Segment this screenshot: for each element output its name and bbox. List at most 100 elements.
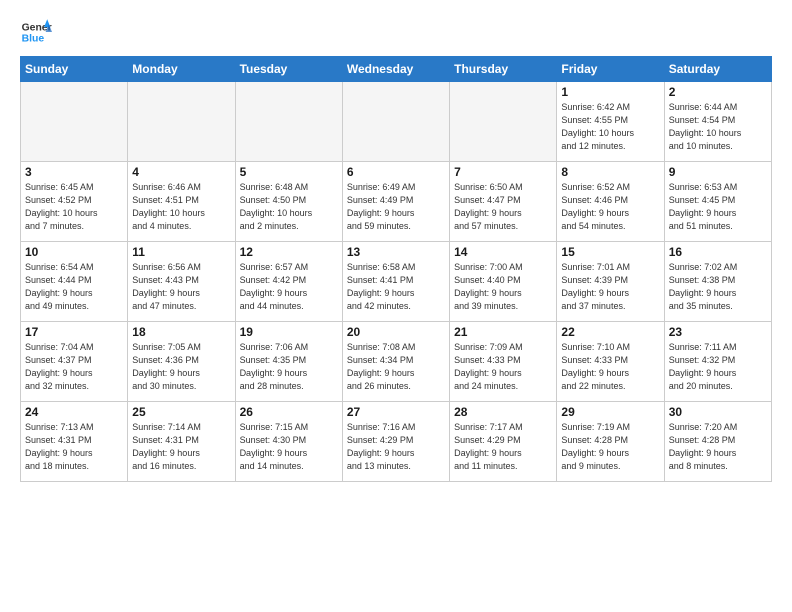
calendar-day-header: Friday [557, 57, 664, 82]
calendar-cell: 17 Sunrise: 7:04 AM Sunset: 4:37 PM Dayli… [21, 322, 128, 402]
day-info: Sunrise: 7:05 AM Sunset: 4:36 PM Dayligh… [132, 341, 230, 393]
day-info: Sunrise: 6:49 AM Sunset: 4:49 PM Dayligh… [347, 181, 445, 233]
calendar-cell [128, 82, 235, 162]
calendar-cell: 6Sunrise: 6:49 AM Sunset: 4:49 PM Daylig… [342, 162, 449, 242]
calendar-cell: 5Sunrise: 6:48 AM Sunset: 4:50 PM Daylig… [235, 162, 342, 242]
day-number: 27 [347, 405, 445, 419]
day-number: 12 [240, 245, 338, 259]
day-info: Sunrise: 7:20 AM Sunset: 4:28 PM Dayligh… [669, 421, 767, 473]
day-number: 19 [240, 325, 338, 339]
calendar-cell: 3 Sunrise: 6:45 AM Sunset: 4:52 PM Daylig… [21, 162, 128, 242]
day-number: 22 [561, 325, 659, 339]
calendar-cell: 2 Sunrise: 6:44 AM Sunset: 4:54 PM Daylig… [664, 82, 771, 162]
day-info: Sunrise: 6:58 AM Sunset: 4:41 PM Dayligh… [347, 261, 445, 313]
calendar-cell: 30 Sunrise: 7:20 AM Sunset: 4:28 PM Dayli… [664, 402, 771, 482]
day-info: Sunrise: 6:57 AM Sunset: 4:42 PM Dayligh… [240, 261, 338, 313]
calendar-cell: 25 Sunrise: 7:14 AM Sunset: 4:31 PM Dayli… [128, 402, 235, 482]
day-info: Sunrise: 7:09 AM Sunset: 4:33 PM Dayligh… [454, 341, 552, 393]
day-number: 15 [561, 245, 659, 259]
calendar-cell: 28 Sunrise: 7:17 AM Sunset: 4:29 PM Dayli… [450, 402, 557, 482]
calendar-cell [450, 82, 557, 162]
day-info: Sunrise: 6:56 AM Sunset: 4:43 PM Dayligh… [132, 261, 230, 313]
logo: General Blue [20, 16, 52, 48]
day-number: 11 [132, 245, 230, 259]
day-info: Sunrise: 6:50 AM Sunset: 4:47 PM Dayligh… [454, 181, 552, 233]
day-info: Sunrise: 7:17 AM Sunset: 4:29 PM Dayligh… [454, 421, 552, 473]
day-number: 8 [561, 165, 659, 179]
day-number: 16 [669, 245, 767, 259]
calendar-cell: 9 Sunrise: 6:53 AM Sunset: 4:45 PM Daylig… [664, 162, 771, 242]
calendar-day-header: Sunday [21, 57, 128, 82]
logo-icon: General Blue [20, 16, 52, 48]
calendar-day-header: Monday [128, 57, 235, 82]
day-number: 20 [347, 325, 445, 339]
calendar-cell: 23 Sunrise: 7:11 AM Sunset: 4:32 PM Dayli… [664, 322, 771, 402]
day-info: Sunrise: 7:11 AM Sunset: 4:32 PM Dayligh… [669, 341, 767, 393]
day-info: Sunrise: 6:48 AM Sunset: 4:50 PM Dayligh… [240, 181, 338, 233]
calendar-cell: 27 Sunrise: 7:16 AM Sunset: 4:29 PM Dayli… [342, 402, 449, 482]
day-info: Sunrise: 6:45 AM Sunset: 4:52 PM Dayligh… [25, 181, 123, 233]
day-info: Sunrise: 6:52 AM Sunset: 4:46 PM Dayligh… [561, 181, 659, 233]
calendar-cell: 24Sunrise: 7:13 AM Sunset: 4:31 PM Dayli… [21, 402, 128, 482]
day-number: 28 [454, 405, 552, 419]
calendar-cell: 12 Sunrise: 6:57 AM Sunset: 4:42 PM Dayli… [235, 242, 342, 322]
calendar-day-header: Saturday [664, 57, 771, 82]
day-info: Sunrise: 6:42 AM Sunset: 4:55 PM Dayligh… [561, 101, 659, 153]
day-info: Sunrise: 7:06 AM Sunset: 4:35 PM Dayligh… [240, 341, 338, 393]
day-number: 26 [240, 405, 338, 419]
calendar-day-header: Wednesday [342, 57, 449, 82]
calendar-cell: 26 Sunrise: 7:15 AM Sunset: 4:30 PM Dayli… [235, 402, 342, 482]
day-number: 29 [561, 405, 659, 419]
day-number: 4 [132, 165, 230, 179]
calendar-cell: 4 Sunrise: 6:46 AM Sunset: 4:51 PM Daylig… [128, 162, 235, 242]
calendar-week-row: 10 Sunrise: 6:54 AM Sunset: 4:44 PM Dayli… [21, 242, 772, 322]
calendar-header-row: SundayMondayTuesdayWednesdayThursdayFrid… [21, 57, 772, 82]
calendar-cell: 11 Sunrise: 6:56 AM Sunset: 4:43 PM Dayli… [128, 242, 235, 322]
calendar-cell: 29Sunrise: 7:19 AM Sunset: 4:28 PM Dayli… [557, 402, 664, 482]
calendar-cell: 16 Sunrise: 7:02 AM Sunset: 4:38 PM Dayli… [664, 242, 771, 322]
calendar-cell: 10 Sunrise: 6:54 AM Sunset: 4:44 PM Dayli… [21, 242, 128, 322]
day-info: Sunrise: 7:00 AM Sunset: 4:40 PM Dayligh… [454, 261, 552, 313]
day-number: 13 [347, 245, 445, 259]
day-info: Sunrise: 7:13 AM Sunset: 4:31 PM Dayligh… [25, 421, 123, 473]
calendar-week-row: 3 Sunrise: 6:45 AM Sunset: 4:52 PM Daylig… [21, 162, 772, 242]
calendar-cell [21, 82, 128, 162]
calendar-cell: 13 Sunrise: 6:58 AM Sunset: 4:41 PM Dayli… [342, 242, 449, 322]
calendar-cell: 19 Sunrise: 7:06 AM Sunset: 4:35 PM Dayli… [235, 322, 342, 402]
day-number: 14 [454, 245, 552, 259]
day-info: Sunrise: 7:04 AM Sunset: 4:37 PM Dayligh… [25, 341, 123, 393]
day-number: 10 [25, 245, 123, 259]
day-number: 30 [669, 405, 767, 419]
day-info: Sunrise: 6:54 AM Sunset: 4:44 PM Dayligh… [25, 261, 123, 313]
day-number: 1 [561, 85, 659, 99]
calendar-week-row: 1 Sunrise: 6:42 AM Sunset: 4:55 PM Daylig… [21, 82, 772, 162]
day-info: Sunrise: 7:15 AM Sunset: 4:30 PM Dayligh… [240, 421, 338, 473]
page: General Blue SundayMondayTuesdayWednesda… [0, 0, 792, 498]
calendar-cell: 15 Sunrise: 7:01 AM Sunset: 4:39 PM Dayli… [557, 242, 664, 322]
calendar-day-header: Tuesday [235, 57, 342, 82]
day-number: 25 [132, 405, 230, 419]
svg-text:Blue: Blue [22, 34, 45, 45]
calendar-week-row: 24Sunrise: 7:13 AM Sunset: 4:31 PM Dayli… [21, 402, 772, 482]
day-number: 3 [25, 165, 123, 179]
calendar-cell: 21Sunrise: 7:09 AM Sunset: 4:33 PM Dayli… [450, 322, 557, 402]
day-number: 17 [25, 325, 123, 339]
day-info: Sunrise: 7:02 AM Sunset: 4:38 PM Dayligh… [669, 261, 767, 313]
calendar-cell: 22Sunrise: 7:10 AM Sunset: 4:33 PM Dayli… [557, 322, 664, 402]
day-info: Sunrise: 7:14 AM Sunset: 4:31 PM Dayligh… [132, 421, 230, 473]
day-number: 2 [669, 85, 767, 99]
day-info: Sunrise: 7:16 AM Sunset: 4:29 PM Dayligh… [347, 421, 445, 473]
calendar-cell [342, 82, 449, 162]
day-info: Sunrise: 7:01 AM Sunset: 4:39 PM Dayligh… [561, 261, 659, 313]
day-number: 18 [132, 325, 230, 339]
day-info: Sunrise: 6:44 AM Sunset: 4:54 PM Dayligh… [669, 101, 767, 153]
calendar-week-row: 17 Sunrise: 7:04 AM Sunset: 4:37 PM Dayli… [21, 322, 772, 402]
day-info: Sunrise: 6:53 AM Sunset: 4:45 PM Dayligh… [669, 181, 767, 233]
day-info: Sunrise: 6:46 AM Sunset: 4:51 PM Dayligh… [132, 181, 230, 233]
calendar-cell: 20Sunrise: 7:08 AM Sunset: 4:34 PM Dayli… [342, 322, 449, 402]
day-number: 9 [669, 165, 767, 179]
day-number: 7 [454, 165, 552, 179]
calendar-table: SundayMondayTuesdayWednesdayThursdayFrid… [20, 56, 772, 482]
day-number: 23 [669, 325, 767, 339]
calendar-cell: 7 Sunrise: 6:50 AM Sunset: 4:47 PM Daylig… [450, 162, 557, 242]
